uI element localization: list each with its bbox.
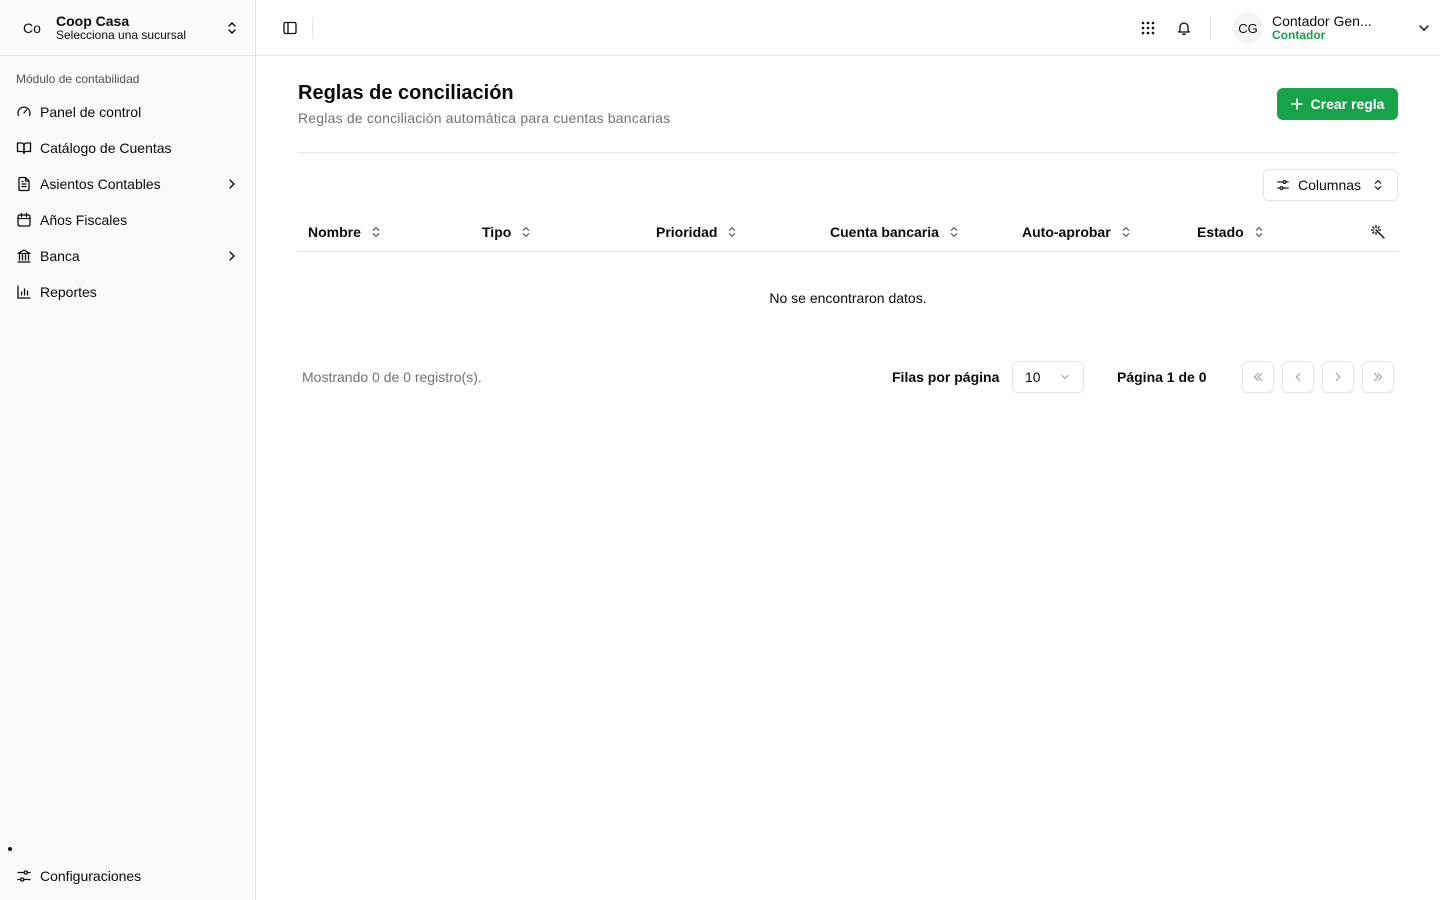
header-divider xyxy=(1210,16,1211,40)
sort-icon xyxy=(369,225,383,239)
page-title: Reglas de conciliación xyxy=(298,82,514,104)
file-text-icon xyxy=(16,176,32,192)
bell-icon xyxy=(1178,22,1190,36)
column-header-auto-aprobar[interactable]: Auto-aprobar xyxy=(1022,212,1133,252)
status-dot xyxy=(8,847,12,851)
sidebar-item-label: Configuraciones xyxy=(40,868,142,884)
last-page-button[interactable] xyxy=(1362,361,1394,393)
sliders-icon xyxy=(1276,178,1290,192)
table-header-row: Nombre Tipo Prioridad Cuenta bancaria Au… xyxy=(298,212,1398,252)
gauge-icon xyxy=(16,104,32,120)
next-page-button[interactable] xyxy=(1322,361,1354,393)
rows-per-page-label: Filas por página xyxy=(892,369,1000,385)
plus-icon xyxy=(1290,98,1303,110)
columns-label: Columnas xyxy=(1298,177,1362,193)
avatar: CG xyxy=(1232,12,1264,44)
sidebar-item-label: Asientos Contables xyxy=(40,176,161,192)
wand-icon[interactable] xyxy=(1370,224,1386,240)
org-avatar: Co xyxy=(23,20,41,36)
chevron-right-icon xyxy=(224,248,240,264)
sidebar-item-label: Catálogo de Cuentas xyxy=(40,140,172,156)
column-header-cuenta-bancaria[interactable]: Cuenta bancaria xyxy=(830,212,961,252)
sidebar-item-label: Banca xyxy=(40,248,80,264)
sort-icon xyxy=(725,225,739,239)
sidebar-item-catalogo-de-cuentas[interactable]: Catálogo de Cuentas xyxy=(8,130,248,166)
create-rule-button[interactable]: Crear regla xyxy=(1277,88,1398,120)
sidebar-item-label: Años Fiscales xyxy=(40,212,128,228)
page-subtitle: Reglas de conciliación automática para c… xyxy=(298,110,671,126)
chevrons-up-down-icon xyxy=(224,20,240,36)
sidebar-divider xyxy=(0,55,256,56)
previous-page-button[interactable] xyxy=(1282,361,1314,393)
chevron-down-icon xyxy=(1416,20,1432,36)
grid-icon xyxy=(1141,21,1155,35)
column-header-prioridad[interactable]: Prioridad xyxy=(656,212,739,252)
column-header-label: Nombre xyxy=(308,224,361,240)
sidebar-nav: Panel de control Catálogo de Cuentas Asi… xyxy=(8,94,248,310)
column-header-label: Estado xyxy=(1197,224,1244,240)
chevron-down-icon xyxy=(1059,371,1071,383)
user-menu[interactable]: CG Contador Gen... Contador xyxy=(1232,8,1432,48)
sort-icon xyxy=(947,225,961,239)
sidebar-item-configuraciones[interactable]: Configuraciones xyxy=(8,858,248,894)
org-name: Coop Casa xyxy=(56,13,130,30)
sidebar-item-asientos-contables[interactable]: Asientos Contables xyxy=(8,166,248,202)
chevron-right-icon xyxy=(1331,370,1345,384)
settings-sliders-icon xyxy=(16,868,32,884)
header-divider xyxy=(312,18,313,38)
sidebar-item-label: Reportes xyxy=(40,284,97,300)
sidebar: Co Coop Casa Selecciona una sucursal Mód… xyxy=(0,0,256,900)
sidebar-item-reportes[interactable]: Reportes xyxy=(8,274,248,310)
bar-chart-icon xyxy=(16,284,32,300)
chevron-right-icon xyxy=(224,176,240,192)
landmark-icon xyxy=(16,248,32,264)
sidebar-item-label: Panel de control xyxy=(40,104,142,120)
sidebar-item-banca[interactable]: Banca xyxy=(8,238,248,274)
user-role: Contador xyxy=(1272,28,1326,43)
chevrons-up-down-icon xyxy=(1371,178,1385,192)
notifications-button[interactable] xyxy=(1172,16,1196,40)
records-count: Mostrando 0 de 0 registro(s). xyxy=(302,369,482,385)
org-subtitle: Selecciona una sucursal xyxy=(56,28,187,43)
empty-state: No se encontraron datos. xyxy=(769,290,927,306)
column-header-label: Tipo xyxy=(482,224,512,240)
user-name: Contador Gen... xyxy=(1272,13,1372,30)
column-header-label: Auto-aprobar xyxy=(1022,224,1111,240)
column-header-nombre[interactable]: Nombre xyxy=(308,212,383,252)
chevrons-right-icon xyxy=(1371,370,1385,384)
sort-icon xyxy=(519,225,533,239)
column-header-label: Prioridad xyxy=(656,224,718,240)
columns-button[interactable]: Columnas xyxy=(1263,169,1398,201)
content-divider xyxy=(298,152,1398,153)
rows-per-page-select[interactable]: 10 xyxy=(1012,361,1084,393)
org-switcher[interactable]: Co Coop Casa Selecciona una sucursal xyxy=(8,8,248,48)
create-rule-label: Crear regla xyxy=(1310,96,1385,112)
first-page-button[interactable] xyxy=(1242,361,1274,393)
column-header-label: Cuenta bancaria xyxy=(830,224,939,240)
column-header-tipo[interactable]: Tipo xyxy=(482,212,533,252)
sidebar-toggle-button[interactable] xyxy=(278,16,302,40)
rows-per-page-value: 10 xyxy=(1025,369,1041,385)
apps-grid-button[interactable] xyxy=(1136,16,1160,40)
sidebar-group-label: Módulo de contabilidad xyxy=(16,72,140,86)
page-info: Página 1 de 0 xyxy=(1117,369,1207,385)
column-header-estado[interactable]: Estado xyxy=(1197,212,1266,252)
book-open-icon xyxy=(16,140,32,156)
sort-icon xyxy=(1119,225,1133,239)
sidebar-item-anos-fiscales[interactable]: Años Fiscales xyxy=(8,202,248,238)
top-header: CG Contador Gen... Contador xyxy=(256,0,1440,56)
sidebar-item-panel-de-control[interactable]: Panel de control xyxy=(8,94,248,130)
chevron-left-icon xyxy=(1291,370,1305,384)
chevrons-left-icon xyxy=(1251,370,1265,384)
calendar-icon xyxy=(16,212,32,228)
sort-icon xyxy=(1252,225,1266,239)
